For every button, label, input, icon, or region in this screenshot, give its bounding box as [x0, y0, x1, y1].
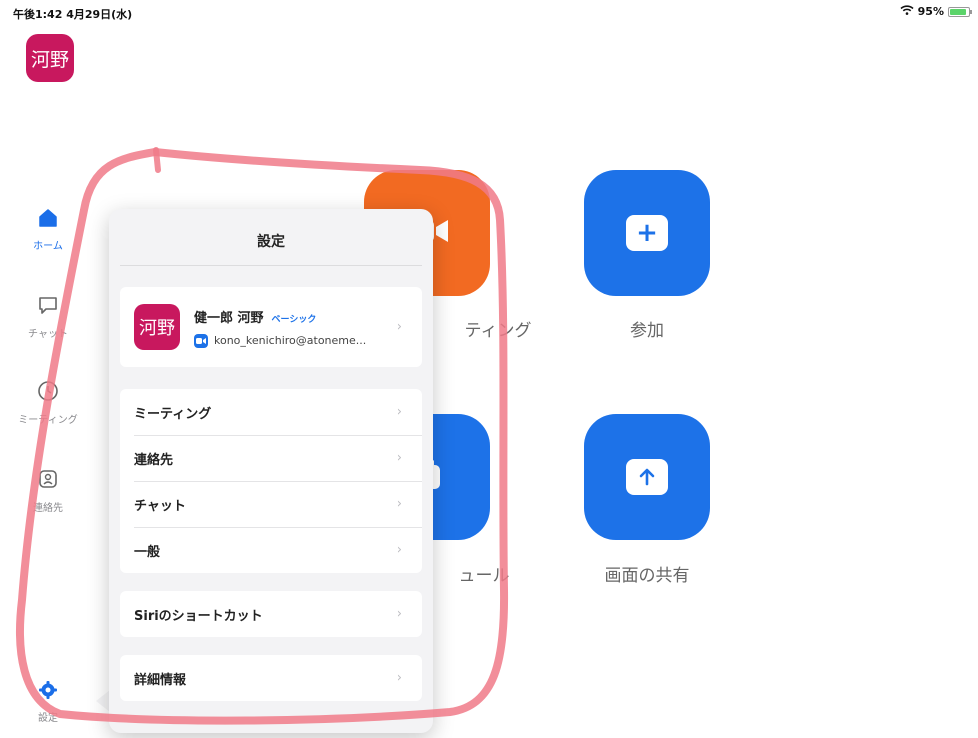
profile-name: 健一郎 河野 [194, 310, 264, 326]
share-screen-label: 画面の共有 [604, 566, 690, 586]
chevron-right-icon: › [396, 450, 402, 466]
chevron-right-icon: › [396, 670, 402, 686]
clock-icon [0, 380, 96, 405]
settings-item-label: 一般 [134, 544, 161, 560]
settings-item-about[interactable]: 詳細情報 › [120, 655, 422, 701]
divider [120, 265, 422, 266]
sidebar-item-label: 連絡先 [33, 503, 63, 514]
profile-avatar: 河野 [134, 304, 180, 350]
wifi-icon [900, 5, 914, 18]
settings-item-siri-shortcuts[interactable]: Siriのショートカット › [120, 591, 422, 637]
profile-row[interactable]: 河野 健一郎 河野 ベーシック kono_kenichiro@atoneme..… [120, 287, 422, 367]
settings-group-main: ミーティング › 連絡先 › チャット › 一般 › [120, 389, 422, 573]
settings-item-general[interactable]: 一般 › [120, 527, 422, 573]
chat-bubble-icon [0, 294, 96, 319]
plus-icon: + [626, 215, 668, 251]
contact-icon [0, 468, 96, 493]
sidebar-item-meetings[interactable]: ミーティング [0, 380, 96, 426]
status-indicators: 95% [900, 5, 972, 18]
settings-item-label: ミーティング [134, 406, 212, 422]
chevron-right-icon: › [396, 496, 402, 512]
share-screen-button[interactable] [584, 414, 710, 540]
home-icon [0, 208, 96, 231]
battery-percentage: 95% [917, 5, 944, 18]
chevron-right-icon: › [396, 606, 402, 622]
plan-badge: ベーシック [271, 314, 317, 325]
join-button[interactable]: + [584, 170, 710, 296]
settings-group-about: 詳細情報 › [120, 655, 422, 701]
settings-popover: 設定 河野 健一郎 河野 ベーシック kono_kenichiro@atonem… [109, 209, 433, 733]
battery-icon [948, 6, 972, 17]
gear-icon [0, 680, 96, 703]
settings-item-label: チャット [134, 498, 186, 514]
chevron-right-icon: › [396, 319, 402, 335]
sidebar: ホーム チャット ミーティング 連絡先 設定 [0, 0, 96, 738]
zoom-logo-icon [194, 333, 208, 348]
settings-item-chat[interactable]: チャット › [120, 481, 422, 527]
popover-arrow [96, 690, 110, 712]
settings-item-label: Siriのショートカット [134, 608, 263, 624]
settings-group-siri: Siriのショートカット › [120, 591, 422, 637]
sidebar-item-label: チャット [28, 329, 68, 340]
profile-email-line: kono_kenichiro@atoneme... [194, 333, 367, 348]
popover-title: 設定 [257, 234, 285, 250]
settings-item-meetings[interactable]: ミーティング › [120, 389, 422, 435]
sidebar-item-label: 設定 [38, 713, 58, 724]
sidebar-item-chat[interactable]: チャット [0, 294, 96, 340]
profile-details: 健一郎 河野 ベーシック kono_kenichiro@atoneme... [194, 307, 366, 348]
sidebar-item-settings[interactable]: 設定 [0, 680, 96, 724]
settings-item-label: 連絡先 [134, 452, 174, 468]
join-label: 参加 [630, 321, 664, 341]
profile-email: kono_kenichiro@atoneme... [214, 334, 367, 347]
sidebar-item-contacts[interactable]: 連絡先 [0, 468, 96, 514]
chevron-right-icon: › [396, 542, 402, 558]
new-meeting-label: ティング [464, 321, 532, 341]
status-bar: 午後1:42 4月29日(水) 95% [0, 0, 978, 24]
sidebar-item-home[interactable]: ホーム [0, 208, 96, 252]
profile-name-line: 健一郎 河野 ベーシック [194, 307, 366, 326]
settings-item-contacts[interactable]: 連絡先 › [120, 435, 422, 481]
sidebar-item-label: ミーティング [18, 415, 78, 426]
sidebar-item-label: ホーム [33, 241, 63, 252]
settings-item-label: 詳細情報 [134, 672, 187, 688]
chevron-right-icon: › [396, 404, 402, 420]
share-up-arrow-icon [626, 459, 668, 495]
